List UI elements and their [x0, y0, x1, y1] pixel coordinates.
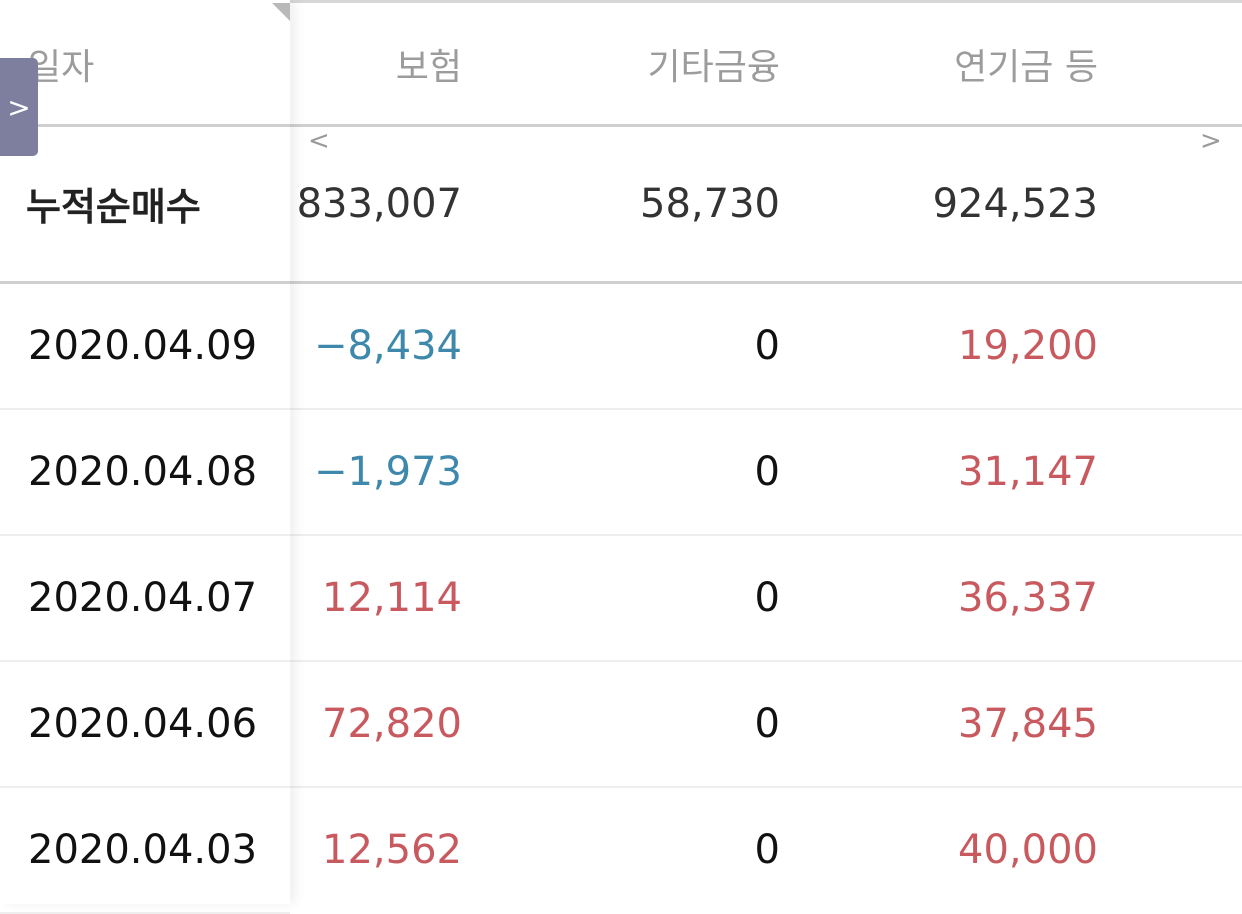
table-row: 72,820 0 37,845 — [290, 662, 1242, 788]
summary-row: 833,007 58,730 924,523 — [290, 126, 1242, 284]
cell-pension: 19,200 — [958, 323, 1098, 369]
table-row: 2020.04.03 — [0, 788, 290, 914]
header-row: 보험 기타금융 연기금 등 — [290, 3, 1242, 127]
cell-insurance: −8,434 — [313, 323, 462, 369]
table-row: 12,562 0 40,000 — [290, 788, 1242, 904]
cell-other-finance: 0 — [754, 323, 780, 369]
table-row: 2020.04.07 — [0, 536, 290, 662]
cell-pension: 31,147 — [958, 449, 1098, 495]
cell-other-finance: 0 — [754, 575, 780, 621]
corner-fold-icon — [272, 3, 290, 21]
fixed-date-column: 일자 누적순매수 2020.04.09 2020.04.08 2020.04.0… — [0, 0, 290, 914]
cell-date: 2020.04.08 — [28, 449, 258, 495]
summary-other-finance: 58,730 — [640, 180, 780, 227]
side-panel-toggle-button[interactable]: > — [0, 58, 38, 156]
cell-date: 2020.04.09 — [28, 323, 258, 369]
table-row: 2020.04.08 — [0, 410, 290, 536]
scroll-right-arrow-icon[interactable]: > — [1200, 126, 1222, 156]
table-row: −1,973 0 31,147 — [290, 410, 1242, 536]
header-row-fixed: 일자 — [0, 3, 290, 127]
header-insurance[interactable]: 보험 — [290, 3, 462, 124]
cell-insurance: 12,562 — [322, 827, 462, 873]
table-row: −8,434 0 19,200 — [290, 284, 1242, 410]
summary-label: 누적순매수 — [26, 185, 201, 229]
cell-other-finance: 0 — [754, 827, 780, 873]
cell-insurance: 72,820 — [322, 701, 462, 747]
table-row: 12,114 0 36,337 — [290, 536, 1242, 662]
cell-insurance: 12,114 — [322, 575, 462, 621]
header-pension[interactable]: 연기금 등 — [810, 3, 1098, 124]
cell-date: 2020.04.06 — [28, 701, 258, 747]
summary-pension: 924,523 — [932, 180, 1098, 227]
table-row: 2020.04.06 — [0, 662, 290, 788]
cell-other-finance: 0 — [754, 449, 780, 495]
cell-pension: 36,337 — [958, 575, 1098, 621]
header-other-finance[interactable]: 기타금융 — [490, 3, 780, 124]
table-row: 2020.04.09 — [0, 284, 290, 410]
cell-date: 2020.04.03 — [28, 827, 258, 873]
summary-row-fixed: 누적순매수 — [0, 126, 290, 284]
cell-date: 2020.04.07 — [28, 575, 258, 621]
cell-other-finance: 0 — [754, 701, 780, 747]
scrollable-columns[interactable]: 보험 기타금융 연기금 등 833,007 58,730 924,523 −8,… — [290, 0, 1242, 904]
cell-pension: 40,000 — [958, 827, 1098, 873]
scroll-left-arrow-icon[interactable]: < — [308, 126, 330, 156]
chevron-right-icon: > — [7, 90, 31, 124]
cell-pension: 37,845 — [958, 701, 1098, 747]
cell-insurance: −1,973 — [313, 449, 462, 495]
